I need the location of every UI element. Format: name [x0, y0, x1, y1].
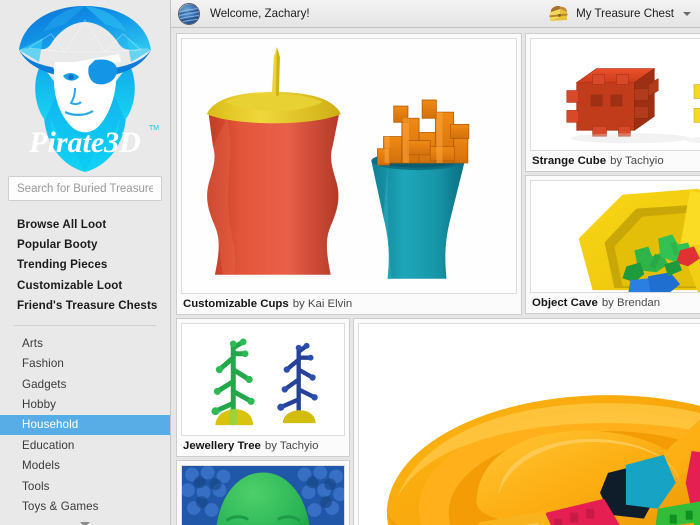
sidebar-item-customizable-loot[interactable]: Customizable Loot [0, 275, 170, 295]
gallery-card-strange-cube[interactable]: Strange Cube by Tachyio [525, 33, 700, 172]
sidebar-item-label: Education [22, 438, 75, 452]
pirate3d-app-window: Pirate3D TM Browse All Loot Popular Boot… [0, 0, 700, 525]
sidebar-item-browse-all-loot[interactable]: Browse All Loot [0, 214, 170, 234]
top-header-bar: Welcome, Zachary! My Treasure Chest [171, 0, 700, 28]
main-area: Welcome, Zachary! My Treasure Chest Cust… [171, 0, 700, 525]
card-author: by Kai Elvin [292, 298, 353, 310]
product-image-customizable-cups[interactable] [181, 38, 517, 294]
sidebar-item-household[interactable]: Household [0, 414, 170, 436]
search-container [0, 176, 170, 201]
gallery-grid: Customizable Cups by Kai Elvin Strange C… [171, 28, 700, 525]
sidebar-item-label: Popular Booty [17, 238, 98, 252]
treasure-chest-icon [547, 5, 569, 23]
sidebar-item-label: Customizable Loot [17, 278, 123, 292]
sidebar-item-label: Models [22, 459, 60, 473]
treasure-chest-label: My Treasure Chest [576, 7, 674, 20]
sidebar-item-label: Household [22, 418, 79, 432]
product-image-object-cave[interactable] [530, 180, 700, 293]
sidebar-item-label: Browse All Loot [17, 217, 107, 231]
gallery-card-orange-bowl[interactable] [353, 318, 700, 525]
primary-nav: Browse All Loot Popular Booty Trending P… [0, 214, 170, 316]
sidebar-item-label: Hobby [22, 398, 57, 412]
sidebar-item-hobby[interactable]: Hobby [0, 394, 170, 414]
sidebar-item-label: Gadgets [22, 377, 67, 391]
card-caption: Jewellery Tree by Tachyio [177, 436, 349, 456]
gallery-card-green-head[interactable] [176, 460, 350, 525]
welcome-message: Welcome, Zachary! [210, 7, 310, 20]
sidebar-item-label: Fashion [22, 357, 64, 371]
gallery-card-customizable-cups[interactable]: Customizable Cups by Kai Elvin [176, 33, 522, 315]
sidebar-item-models[interactable]: Models [0, 456, 170, 476]
my-treasure-chest-button[interactable]: My Treasure Chest [547, 5, 691, 23]
logo-trademark: TM [149, 125, 159, 132]
product-image-green-head[interactable] [181, 465, 345, 525]
product-image-orange-bowl[interactable] [358, 323, 700, 525]
product-image-strange-cube[interactable] [530, 38, 700, 151]
card-caption: Strange Cube by Tachyio [526, 151, 700, 171]
sidebar-item-gadgets[interactable]: Gadgets [0, 374, 170, 394]
sidebar-item-label: Friend's Treasure Chests [17, 299, 158, 313]
card-title: Strange Cube [532, 155, 607, 167]
category-nav: Arts Fashion Gadgets Hobby Household Edu… [0, 333, 170, 517]
sidebar-item-arts[interactable]: Arts [0, 333, 170, 353]
sidebar-item-label: Arts [22, 336, 44, 350]
card-title: Customizable Cups [183, 298, 289, 310]
card-author: by Tachyio [264, 440, 319, 452]
sidebar-item-tools[interactable]: Tools [0, 476, 170, 496]
gallery-card-jewellery-tree[interactable]: Jewellery Tree by Tachyio [176, 318, 350, 457]
card-author: by Brendan [601, 297, 661, 309]
sidebar-item-label: Trending Pieces [17, 258, 108, 272]
logo-container: Pirate3D TM [0, 0, 170, 176]
sidebar-item-label: Tools [22, 479, 50, 493]
search-input[interactable] [8, 176, 162, 201]
logo-wordmark: Pirate3D [28, 126, 141, 159]
pirate3d-logo[interactable]: Pirate3D TM [9, 4, 161, 176]
card-caption: Customizable Cups by Kai Elvin [177, 294, 521, 314]
avatar[interactable] [178, 2, 200, 25]
sidebar: Pirate3D TM Browse All Loot Popular Boot… [0, 0, 171, 525]
sidebar-item-trending-pieces[interactable]: Trending Pieces [0, 255, 170, 275]
gallery-card-object-cave[interactable]: Object Cave by Brendan [525, 175, 700, 314]
product-image-jewellery-tree[interactable] [181, 323, 345, 436]
chevron-down-icon[interactable] [683, 11, 691, 16]
sidebar-item-popular-booty[interactable]: Popular Booty [0, 234, 170, 254]
card-caption: Object Cave by Brendan [526, 293, 700, 313]
sidebar-item-friends-treasure-chests[interactable]: Friend's Treasure Chests [0, 296, 170, 316]
card-author: by Tachyio [610, 155, 664, 167]
sidebar-item-fashion[interactable]: Fashion [0, 354, 170, 374]
sidebar-item-education[interactable]: Education [0, 435, 170, 455]
sidebar-item-label: Toys & Games [22, 500, 99, 514]
card-title: Jewellery Tree [183, 440, 261, 452]
sidebar-item-toys-and-games[interactable]: Toys & Games [0, 496, 170, 516]
card-title: Object Cave [532, 297, 598, 309]
